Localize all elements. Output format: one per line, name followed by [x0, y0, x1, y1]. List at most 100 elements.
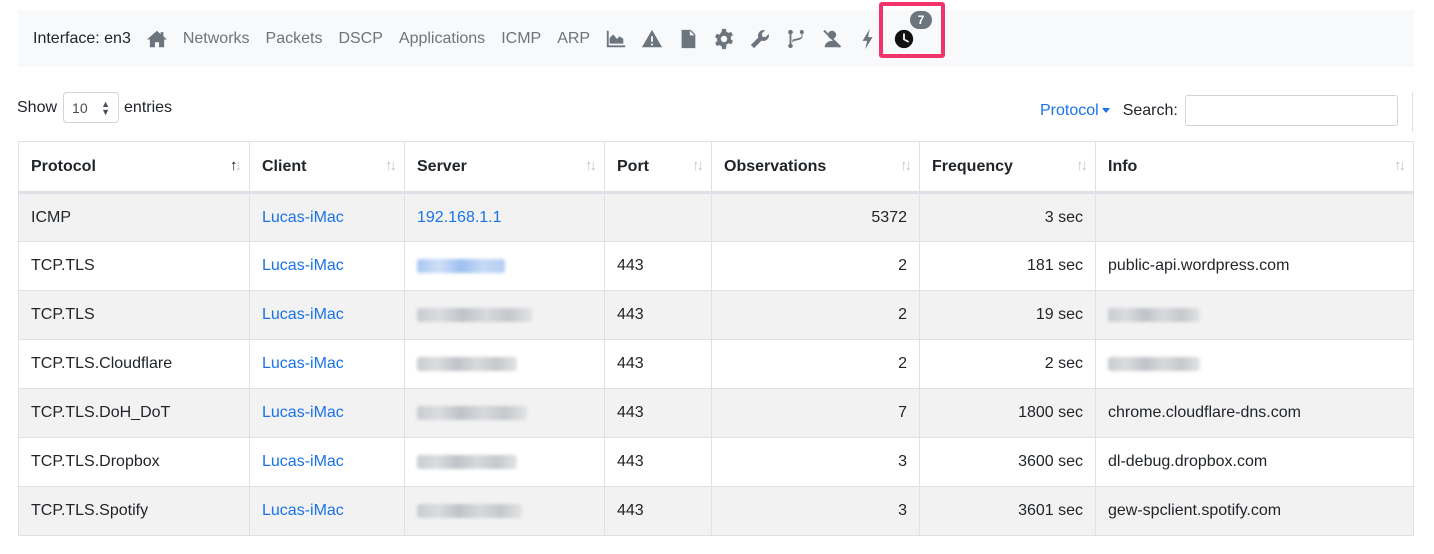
branch-icon[interactable] — [785, 28, 807, 50]
cell-frequency: 1800 sec — [919, 388, 1096, 438]
cell-port: 443 — [604, 486, 712, 536]
flows-table: Protocol ↑↓ Client ↑↓ Server ↑↓ Port ↑↓ Obse… — [18, 141, 1414, 536]
table-row: ICMP Lucas-iMac 192.168.1.1 5372 3 sec — [18, 192, 1414, 242]
table-row: TCP.TLS.Cloudflare Lucas-iMac 443 2 2 se… — [18, 339, 1414, 389]
cell-port: 443 — [604, 437, 712, 487]
table-row: TCP.TLS Lucas-iMac 443 2 19 sec — [18, 290, 1414, 340]
show-label: Show — [17, 98, 58, 116]
user-slash-icon[interactable] — [821, 28, 843, 50]
cell-info: dl-debug.dropbox.com — [1095, 437, 1414, 487]
client-link[interactable]: Lucas-iMac — [262, 502, 344, 519]
client-link[interactable]: Lucas-iMac — [262, 355, 344, 372]
wrench-icon[interactable] — [749, 28, 771, 50]
column-header-protocol[interactable]: Protocol ↑↓ — [18, 141, 250, 194]
search-label: Search: — [1122, 101, 1178, 119]
column-header-info[interactable]: Info ↑↓ — [1095, 141, 1414, 194]
page-length-control: Show 10 ▲ ▼ entries — [17, 92, 172, 123]
interface-label: Interface: en3 — [33, 29, 131, 47]
cell-protocol: TCP.TLS — [18, 241, 250, 291]
cell-protocol: TCP.TLS.Cloudflare — [18, 339, 250, 389]
table-row: TCP.TLS.Spotify Lucas-iMac 443 3 3601 se… — [18, 486, 1414, 536]
protocol-filter-dropdown[interactable]: Protocol — [1040, 102, 1110, 120]
cell-protocol: TCP.TLS.Dropbox — [18, 437, 250, 487]
sort-asc-icon: ↑↓ — [230, 157, 242, 174]
redacted-server[interactable] — [417, 258, 505, 273]
column-header-port[interactable]: Port ↑↓ — [604, 141, 712, 194]
cell-client[interactable]: Lucas-iMac — [249, 486, 405, 536]
caret-down-icon — [1101, 107, 1110, 113]
protocol-filter-label: Protocol — [1040, 101, 1099, 119]
nav-packets[interactable]: Packets — [266, 30, 323, 48]
cell-port: 443 — [604, 241, 712, 291]
client-link[interactable]: Lucas-iMac — [262, 257, 344, 274]
sort-icon: ↑↓ — [1076, 157, 1088, 174]
cell-client[interactable]: Lucas-iMac — [249, 241, 405, 291]
cell-frequency: 181 sec — [919, 241, 1096, 291]
cell-info — [1095, 339, 1414, 389]
warning-icon[interactable] — [641, 28, 663, 50]
cell-server — [404, 437, 605, 487]
cell-client[interactable]: Lucas-iMac — [249, 339, 405, 389]
cell-server — [404, 290, 605, 340]
document-icon[interactable] — [677, 28, 699, 50]
column-header-frequency[interactable]: Frequency ↑↓ — [919, 141, 1096, 194]
sort-icon: ↑↓ — [692, 157, 704, 174]
cell-server[interactable] — [404, 241, 605, 291]
chart-area-icon[interactable] — [605, 28, 627, 50]
cell-observations: 2 — [711, 339, 920, 389]
cell-protocol: ICMP — [18, 192, 250, 242]
cell-observations: 5372 — [711, 192, 920, 242]
page-length-select[interactable]: 10 ▲ ▼ — [63, 92, 120, 123]
cell-info — [1095, 192, 1414, 242]
sort-icon: ↑↓ — [900, 157, 912, 174]
column-header-observations[interactable]: Observations ↑↓ — [711, 141, 920, 194]
cell-server — [404, 339, 605, 389]
client-link[interactable]: Lucas-iMac — [262, 306, 344, 323]
cell-protocol: TCP.TLS.DoH_DoT — [18, 388, 250, 438]
cell-frequency: 19 sec — [919, 290, 1096, 340]
cell-observations: 3 — [711, 437, 920, 487]
cell-info: public-api.wordpress.com — [1095, 241, 1414, 291]
redacted-info — [1108, 356, 1200, 371]
bolt-icon[interactable] — [857, 28, 879, 50]
cell-client[interactable]: Lucas-iMac — [249, 388, 405, 438]
cell-info: chrome.cloudflare-dns.com — [1095, 388, 1414, 438]
cell-server[interactable]: 192.168.1.1 — [404, 192, 605, 242]
cell-client[interactable]: Lucas-iMac — [249, 290, 405, 340]
cell-frequency: 3600 sec — [919, 437, 1096, 487]
table-row: TCP.TLS Lucas-iMac 443 2 181 sec public-… — [18, 241, 1414, 291]
search-input[interactable] — [1184, 95, 1398, 126]
cell-port — [604, 192, 712, 242]
redacted-server — [417, 405, 527, 420]
cell-observations: 7 — [711, 388, 920, 438]
table-row: TCP.TLS.DoH_DoT Lucas-iMac 443 7 1800 se… — [18, 388, 1414, 438]
home-icon[interactable] — [146, 28, 168, 50]
nav-applications[interactable]: Applications — [399, 30, 485, 48]
client-link[interactable]: Lucas-iMac — [262, 453, 344, 470]
cell-observations: 3 — [711, 486, 920, 536]
nav-arp[interactable]: ARP — [557, 30, 590, 48]
client-link[interactable]: Lucas-iMac — [262, 209, 344, 226]
updown-icon: ▲ ▼ — [101, 98, 111, 117]
cell-protocol: TCP.TLS.Spotify — [18, 486, 250, 536]
column-header-client[interactable]: Client ↑↓ — [249, 141, 405, 194]
cell-port: 443 — [604, 339, 712, 389]
column-header-server[interactable]: Server ↑↓ — [404, 141, 605, 194]
redacted-server — [417, 356, 517, 371]
sort-icon: ↑↓ — [385, 157, 397, 174]
cell-info — [1095, 290, 1414, 340]
gear-icon[interactable] — [713, 28, 735, 50]
redacted-server — [417, 307, 532, 322]
redacted-server — [417, 454, 517, 469]
sort-icon: ↑↓ — [1394, 157, 1406, 174]
cell-client[interactable]: Lucas-iMac — [249, 437, 405, 487]
cell-protocol: TCP.TLS — [18, 290, 250, 340]
cell-frequency: 2 sec — [919, 339, 1096, 389]
server-link[interactable]: 192.168.1.1 — [417, 209, 502, 226]
nav-networks[interactable]: Networks — [183, 30, 250, 48]
cell-client[interactable]: Lucas-iMac — [249, 192, 405, 242]
client-link[interactable]: Lucas-iMac — [262, 404, 344, 421]
nav-icmp[interactable]: ICMP — [501, 30, 541, 48]
nav-dscp[interactable]: DSCP — [338, 30, 382, 48]
filter-controls: Protocol Search: — [1040, 95, 1398, 126]
